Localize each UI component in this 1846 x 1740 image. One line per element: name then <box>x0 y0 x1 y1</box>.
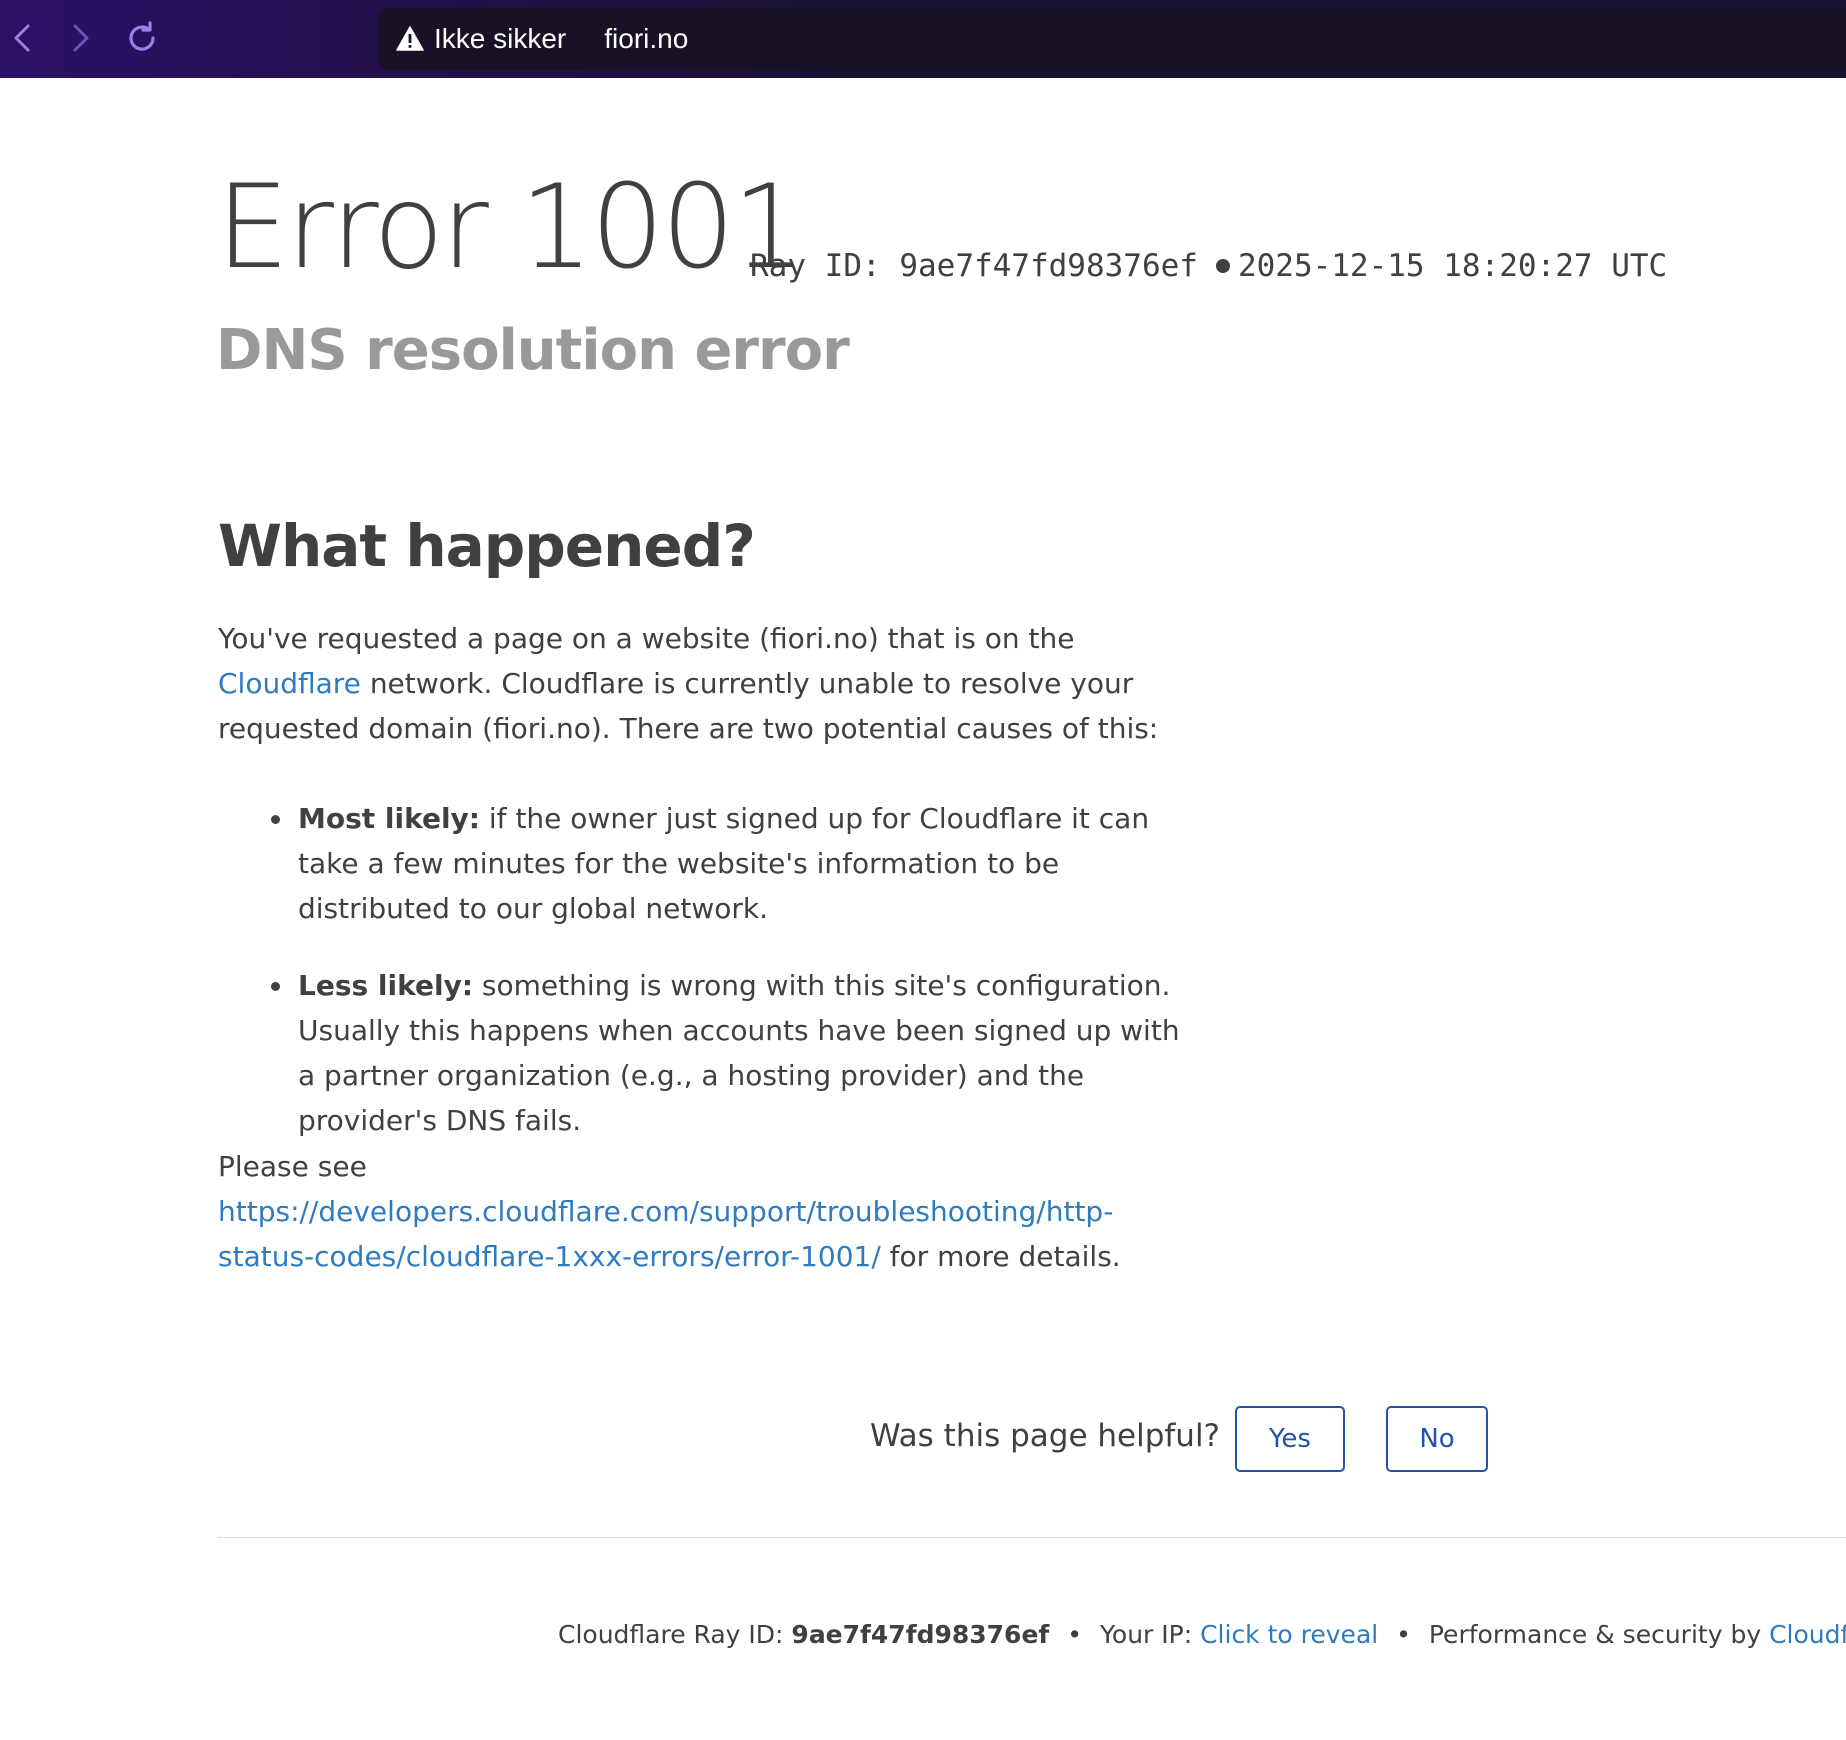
footer-separator: • <box>1396 1620 1411 1649</box>
url-host[interactable]: fiori.no <box>604 23 688 55</box>
cloudflare-link[interactable]: Cloudflare <box>218 667 361 700</box>
feedback-no-button[interactable]: No <box>1386 1406 1488 1472</box>
explanation-intro: You've requested a page on a website (fi… <box>218 622 1075 655</box>
footer: Cloudflare Ray ID: 9ae7f47fd98376ef • Yo… <box>558 1620 1846 1649</box>
reload-icon <box>129 21 155 51</box>
browser-toolbar: Ikke sikker fiori.no <box>0 0 1846 78</box>
warning-icon <box>396 26 424 51</box>
chevron-left-icon <box>14 24 30 52</box>
reload-button[interactable] <box>124 20 160 56</box>
address-bar[interactable]: Ikke sikker fiori.no <box>378 8 1846 70</box>
error-subtitle: DNS resolution error <box>216 318 850 383</box>
error-timestamp: 2025-12-15 18:20:27 UTC <box>1237 248 1668 284</box>
bullet-separator <box>1215 258 1230 273</box>
ray-id-value: 9ae7f47fd98376ef <box>899 248 1198 284</box>
footer-separator: • <box>1067 1620 1082 1649</box>
causes-list: Most likely: if the owner just signed up… <box>271 796 1198 1175</box>
footer-ip-label: Your IP: <box>1099 1620 1193 1649</box>
feedback-question: Was this page helpful? <box>870 1418 1221 1454</box>
footer-ray-id: 9ae7f47fd98376ef <box>791 1620 1050 1649</box>
reveal-ip-link[interactable]: Click to reveal <box>1200 1620 1378 1649</box>
list-item: Most likely: if the owner just signed up… <box>271 796 1198 931</box>
back-button[interactable] <box>4 20 40 56</box>
what-happened-heading: What happened? <box>218 512 756 580</box>
see-more-paragraph: Please see https://developers.cloudflare… <box>218 1144 1198 1279</box>
cause-label: Most likely: <box>298 802 480 835</box>
explanation-paragraph: You've requested a page on a website (fi… <box>218 616 1198 751</box>
feedback-yes-button[interactable]: Yes <box>1235 1406 1345 1472</box>
chevron-right-icon <box>73 24 89 52</box>
footer-divider <box>218 1537 1846 1538</box>
forward-button[interactable] <box>63 20 99 56</box>
footer-cloudflare-link[interactable]: Cloudflare <box>1769 1620 1846 1649</box>
cause-label: Less likely: <box>298 969 474 1002</box>
security-indicator[interactable]: Ikke sikker <box>434 23 566 55</box>
footer-ray-label: Cloudflare Ray ID: <box>558 1620 784 1649</box>
footer-perf-label: Performance & security by <box>1428 1620 1762 1649</box>
error-title: Error 1001 <box>216 160 806 295</box>
list-item: Less likely: something is wrong with thi… <box>271 963 1198 1143</box>
ray-id-line: Ray ID: 9ae7f47fd98376ef 2025-12-15 18:20… <box>750 248 1667 284</box>
ray-id-prefix: Ray ID: <box>750 248 881 284</box>
see-more-prefix: Please see <box>218 1150 367 1183</box>
see-more-suffix: for more details. <box>889 1240 1121 1273</box>
